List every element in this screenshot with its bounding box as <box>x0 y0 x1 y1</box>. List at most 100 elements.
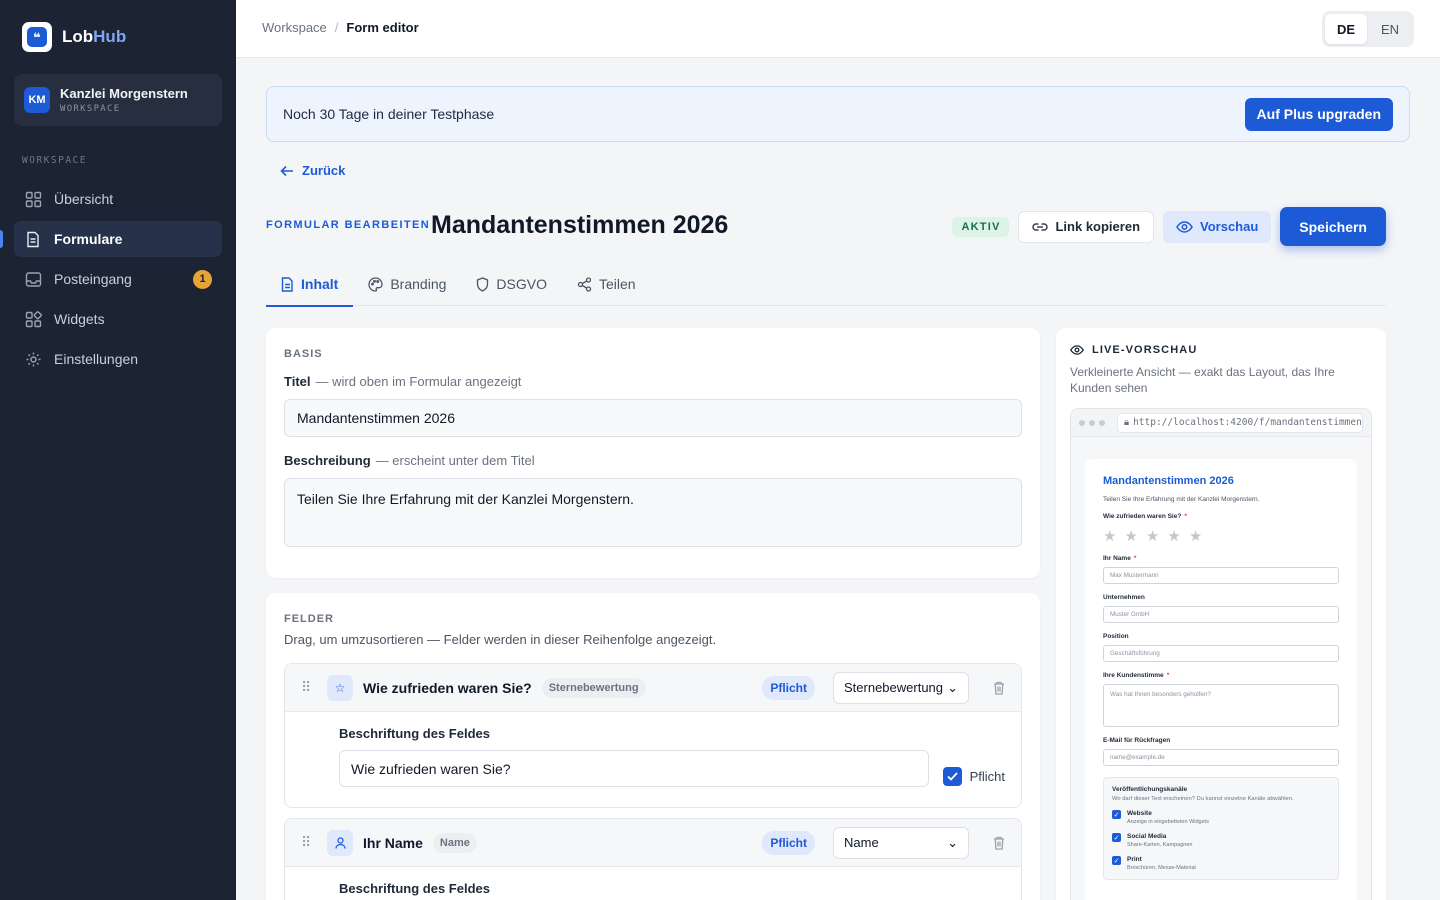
preview-form-title: Mandantenstimmen 2026 <box>1103 475 1234 487</box>
preview-channel-website[interactable]: ✓ Website Anzeige in eingebetteten Widget… <box>1112 810 1330 825</box>
field-item: ⠿ ☆ Wie zufrieden waren Sie? Sternebewer… <box>284 663 1022 808</box>
window-dot <box>1099 419 1105 426</box>
preview-company-label: Unternehmen <box>1103 594 1145 601</box>
preview-browser-frame: 🔒︎ http://localhost:4200/f/mandantenstimm… <box>1070 408 1372 900</box>
share-icon <box>577 276 592 292</box>
brand-name-part1: Lob <box>62 27 94 46</box>
preview-name-input[interactable]: Max Mustermann <box>1103 567 1339 584</box>
description-hint: — erscheint unter dem Titel <box>375 453 535 468</box>
breadcrumb-separator: / <box>334 20 339 35</box>
channel-desc: Broschüren, Messe-Material <box>1127 865 1196 871</box>
preview-star-rating[interactable]: ★ ★ ★ ★ ★ <box>1103 527 1339 545</box>
channel-name: Website <box>1127 810 1152 817</box>
field-body: Beschriftung des Feldes <box>285 867 1021 900</box>
document-icon <box>281 276 293 292</box>
tab-inhalt[interactable]: Inhalt <box>266 262 354 307</box>
channel-desc: Anzeige in eingebetteten Widgets <box>1127 819 1209 825</box>
sidebar-item-label: Einstellungen <box>54 351 139 367</box>
field-type-select[interactable]: Name ⌄ <box>833 826 969 859</box>
star-icon: ☆ <box>327 674 353 701</box>
field-header: ⠿ Ihr Name Name Pflicht Name ⌄ <box>285 819 1021 867</box>
preview-position-label: Position <box>1103 633 1129 640</box>
save-button[interactable]: Speichern <box>1280 207 1386 246</box>
preview-button[interactable]: Vorschau <box>1163 210 1272 243</box>
tab-dsgvo[interactable]: DSGVO <box>461 262 562 306</box>
preview-position-input[interactable]: Geschäftsführung <box>1103 645 1339 662</box>
preview-rating-label: Wie zufrieden waren Sie? * <box>1103 513 1339 520</box>
star-icon[interactable]: ★ <box>1103 527 1116 545</box>
lang-de-button[interactable]: DE <box>1325 14 1367 44</box>
preview-name-label-text: Ihr Name <box>1103 555 1131 562</box>
sidebar-item-label: Übersicht <box>54 191 114 207</box>
preview-email-input[interactable]: name@example.de <box>1103 749 1339 766</box>
felder-section-label: FELDER <box>284 613 334 625</box>
description-textarea[interactable]: Teilen Sie Ihre Erfahrung mit der Kanzle… <box>284 478 1022 547</box>
field-type-select[interactable]: Sternebewertung ⌄ <box>833 671 969 704</box>
live-preview-title: LIVE-VORSCHAU <box>1092 344 1198 356</box>
preview-voice-textarea[interactable]: Was hat Ihnen besonders geholfen? <box>1103 684 1339 727</box>
preview-name-label: Ihr Name * <box>1103 555 1339 562</box>
preview-voice-label-text: Ihre Kundenstimme <box>1103 672 1164 679</box>
title-input[interactable]: Mandantenstimmen 2026 <box>284 399 1022 437</box>
eye-icon <box>1176 220 1193 233</box>
brand-name: LobHub <box>62 27 126 47</box>
preview-channel-social-media[interactable]: ✓ Social Media Share-Karten, Kampagnen <box>1112 833 1330 848</box>
star-icon[interactable]: ★ <box>1167 527 1180 545</box>
field-type-badge: Name <box>432 832 477 853</box>
sidebar-item-uebersicht[interactable]: Übersicht <box>14 181 222 217</box>
drag-handle-icon[interactable]: ⠿ <box>301 834 317 851</box>
star-icon[interactable]: ★ <box>1146 527 1159 545</box>
preview-email-label: E-Mail für Rückfragen <box>1103 737 1171 744</box>
preview-channel-print[interactable]: ✓ Print Broschüren, Messe-Material <box>1112 856 1330 871</box>
tab-teilen[interactable]: Teilen <box>562 262 651 306</box>
preview-channels-title: Veröffentlichungskanäle <box>1112 786 1188 793</box>
star-icon[interactable]: ★ <box>1189 527 1202 545</box>
copy-link-button[interactable]: Link kopieren <box>1018 210 1155 243</box>
gear-icon <box>24 350 42 368</box>
sidebar-item-einstellungen[interactable]: Einstellungen <box>14 341 222 377</box>
preview-channels-subtitle: Wo darf dieser Text erscheinen? Du kanns… <box>1112 796 1294 802</box>
preview-company-input[interactable]: Muster GmbH <box>1103 606 1339 623</box>
field-caption-label: Beschriftung des Feldes <box>339 881 490 896</box>
tab-label: Teilen <box>598 276 636 292</box>
brand[interactable]: ❝ LobHub <box>22 22 126 52</box>
logo-icon: ❝ <box>22 22 52 52</box>
brand-name-part2: Hub <box>93 27 127 46</box>
grid-icon <box>24 190 42 208</box>
title-field-label: Titel — wird oben im Formular angezeigt <box>284 374 1022 389</box>
drag-handle-icon[interactable]: ⠿ <box>301 679 317 696</box>
document-icon <box>24 230 42 248</box>
lang-en-button[interactable]: EN <box>1369 14 1411 44</box>
link-icon <box>1032 222 1049 231</box>
tab-branding[interactable]: Branding <box>353 262 461 306</box>
required-checkbox[interactable]: Pflicht <box>942 767 1005 786</box>
live-preview-heading: LIVE-VORSCHAU <box>1070 344 1372 356</box>
back-label: Zurück <box>302 163 346 178</box>
trash-icon[interactable] <box>993 836 1005 850</box>
tab-label: DSGVO <box>496 276 547 292</box>
window-dot <box>1079 419 1085 426</box>
trash-icon[interactable] <box>993 681 1005 695</box>
sidebar-item-label: Posteingang <box>54 271 132 287</box>
copy-link-label: Link kopieren <box>1055 219 1141 234</box>
workspace-switcher[interactable]: KM Kanzlei Morgenstern WORKSPACE <box>14 74 222 126</box>
chevron-down-icon: ⌄ <box>947 679 958 695</box>
sidebar-item-posteingang[interactable]: Posteingang 1 <box>14 261 222 297</box>
widgets-icon <box>24 310 42 328</box>
sidebar-item-widgets[interactable]: Widgets <box>14 301 222 337</box>
sidebar-section-label: WORKSPACE <box>22 155 87 166</box>
inbox-count-badge: 1 <box>193 269 212 289</box>
breadcrumb-parent[interactable]: Workspace <box>262 20 327 35</box>
channel-name: Print <box>1127 856 1142 863</box>
checkmark-icon <box>942 767 962 786</box>
sidebar-nav: Übersicht Formulare Posteingang 1 Widget… <box>0 181 222 381</box>
palette-icon <box>368 276 383 292</box>
sidebar-item-formulare[interactable]: Formulare <box>0 221 222 257</box>
back-link[interactable]: Zurück <box>280 163 345 178</box>
tab-label: Branding <box>390 276 447 292</box>
live-preview-card: LIVE-VORSCHAU Verkleinerte Ansicht — exa… <box>1056 328 1386 900</box>
upgrade-button[interactable]: Auf Plus upgraden <box>1244 97 1393 131</box>
field-caption-input[interactable]: Wie zufrieden waren Sie? <box>339 750 929 787</box>
description-field-label: Beschreibung — erscheint unter dem Titel <box>284 453 1022 468</box>
star-icon[interactable]: ★ <box>1124 527 1137 545</box>
